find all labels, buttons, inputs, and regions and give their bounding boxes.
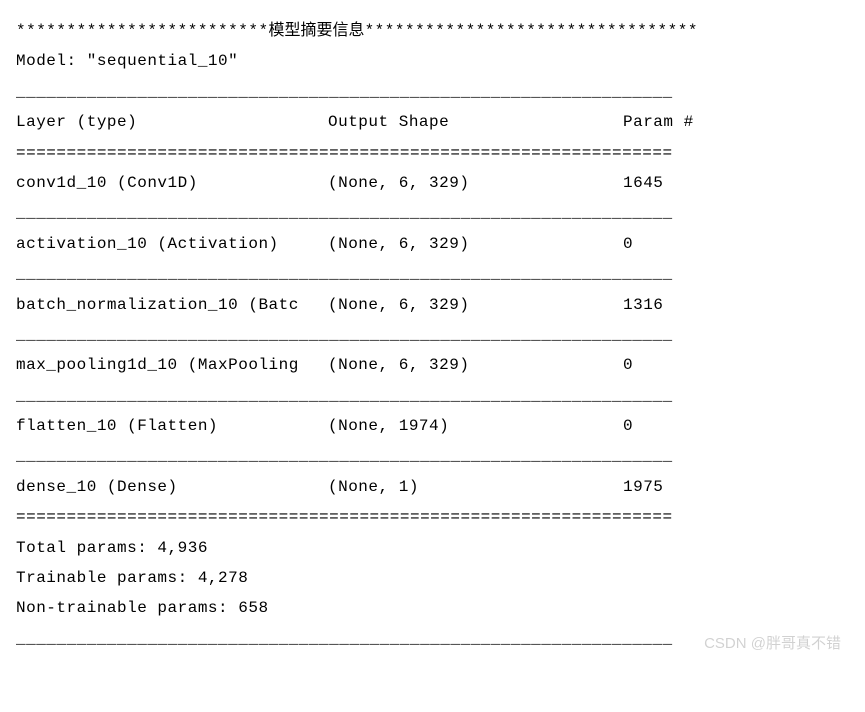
table-row: conv1d_10 (Conv1D)(None, 6, 329)1645: [16, 168, 849, 198]
layer-name: conv1d_10 (Conv1D): [16, 168, 328, 198]
layer-name: flatten_10 (Flatten): [16, 411, 328, 441]
separator-dash: ________________________________________…: [16, 259, 849, 289]
layer-name: dense_10 (Dense): [16, 472, 328, 502]
separator-dash: ________________________________________…: [16, 320, 849, 350]
param-count: 1645: [623, 168, 849, 198]
table-row: dense_10 (Dense)(None, 1)1975: [16, 472, 849, 502]
param-count: 0: [623, 350, 849, 380]
param-count: 0: [623, 411, 849, 441]
output-shape: (None, 6, 329): [328, 168, 623, 198]
param-count: 0: [623, 229, 849, 259]
header-param: Param #: [623, 107, 849, 137]
output-shape: (None, 6, 329): [328, 350, 623, 380]
trainable-params: Trainable params: 4,278: [16, 563, 849, 593]
separator-equal: ========================================…: [16, 138, 849, 168]
separator-dash: ________________________________________…: [16, 441, 849, 471]
model-name-line: Model: "sequential_10": [16, 46, 849, 76]
total-params: Total params: 4,936: [16, 533, 849, 563]
separator-underscore: ________________________________________…: [16, 77, 849, 107]
param-count: 1975: [623, 472, 849, 502]
layer-name: batch_normalization_10 (Batc: [16, 290, 328, 320]
header-output-shape: Output Shape: [328, 107, 623, 137]
output-shape: (None, 1974): [328, 411, 623, 441]
header-layer: Layer (type): [16, 107, 328, 137]
header-row: Layer (type) Output Shape Param #: [16, 107, 849, 137]
nontrainable-params: Non-trainable params: 658: [16, 593, 849, 623]
output-shape: (None, 6, 329): [328, 229, 623, 259]
separator-dash: ________________________________________…: [16, 381, 849, 411]
stars-left: *************************: [16, 22, 269, 40]
stars-right: *********************************: [365, 22, 698, 40]
layer-rows-container: conv1d_10 (Conv1D)(None, 6, 329)1645____…: [16, 168, 849, 502]
separator-dash: ________________________________________…: [16, 198, 849, 228]
title-text: 模型摘要信息: [269, 22, 365, 39]
layer-name: activation_10 (Activation): [16, 229, 328, 259]
table-row: activation_10 (Activation)(None, 6, 329)…: [16, 229, 849, 259]
output-shape: (None, 1): [328, 472, 623, 502]
table-row: batch_normalization_10 (Batc(None, 6, 32…: [16, 290, 849, 320]
separator-equal-bottom: ========================================…: [16, 502, 849, 532]
param-count: 1316: [623, 290, 849, 320]
table-row: max_pooling1d_10 (MaxPooling(None, 6, 32…: [16, 350, 849, 380]
output-shape: (None, 6, 329): [328, 290, 623, 320]
title-line: *************************模型摘要信息*********…: [16, 16, 849, 46]
layer-name: max_pooling1d_10 (MaxPooling: [16, 350, 328, 380]
table-row: flatten_10 (Flatten)(None, 1974)0: [16, 411, 849, 441]
separator-underscore-bottom: ________________________________________…: [16, 624, 849, 654]
